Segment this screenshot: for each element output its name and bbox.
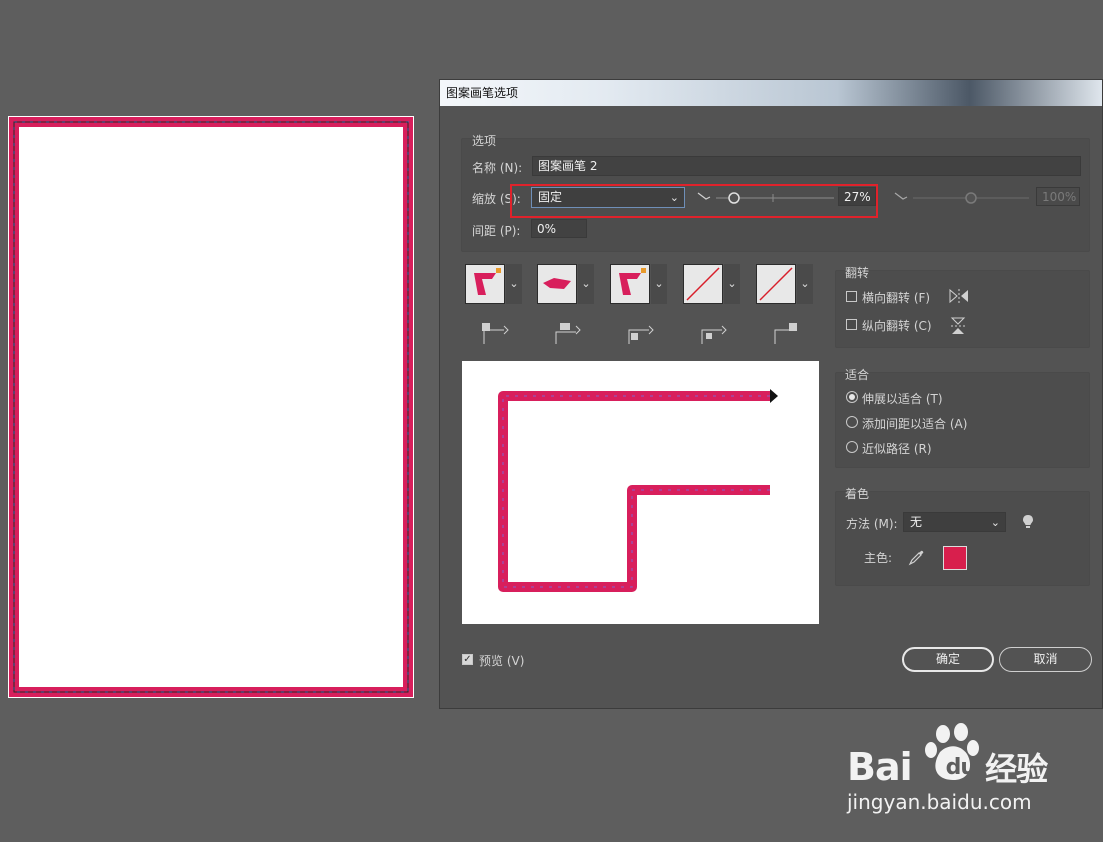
baidu-brand-tail: du xyxy=(945,755,976,780)
flip-horizontal-icon xyxy=(949,288,968,304)
approximate-path-label: 近似路径 (R) xyxy=(862,442,932,456)
colorization-group xyxy=(835,491,1090,586)
artboard xyxy=(8,116,414,698)
none-swatch-icon xyxy=(756,264,796,304)
colorization-group-title: 着色 xyxy=(845,487,870,501)
start-tile[interactable]: ⌄ xyxy=(683,264,741,304)
side-tile-icon xyxy=(482,323,509,344)
highlight-annotation xyxy=(510,184,878,218)
add-space-to-fit-radio[interactable] xyxy=(846,416,858,428)
scale-max-value: 100% xyxy=(1036,187,1080,206)
outer-corner-tile[interactable]: ⌄ xyxy=(537,264,595,304)
brush-preview xyxy=(462,361,819,624)
name-label: 名称 (N): xyxy=(472,161,523,175)
inner-corner-tile[interactable]: ⌄ xyxy=(610,264,668,304)
inner-corner-tile-icon xyxy=(628,325,654,344)
dialog-title: 图案画笔选项 xyxy=(440,80,1102,106)
method-value: 无 xyxy=(910,515,923,529)
end-tile[interactable]: ⌄ xyxy=(756,264,814,304)
scale-max-slider xyxy=(894,192,1029,204)
chevron-down-icon: ⌄ xyxy=(506,264,522,304)
pattern-brush-options-dialog: 图案画笔选项 选项 名称 (N): 图案画笔 2 缩放 (S): 固定 ⌄ 27… xyxy=(439,79,1103,709)
baidu-brand-text: Bai xyxy=(847,745,913,789)
method-label: 方法 (M): xyxy=(846,517,898,531)
spacing-label: 间距 (P): xyxy=(472,224,521,238)
spacing-input[interactable]: 0% xyxy=(531,219,587,238)
preview-label: 预览 (V) xyxy=(479,654,525,668)
chevron-down-icon: ⌄ xyxy=(724,264,740,304)
flip-along-label: 横向翻转 (F) xyxy=(862,291,931,305)
end-tile-icon xyxy=(774,323,797,344)
tips-lightbulb-icon[interactable] xyxy=(1022,514,1034,530)
chevron-down-icon: ⌄ xyxy=(797,264,813,304)
method-dropdown[interactable]: 无 ⌄ xyxy=(903,512,1006,532)
chevron-down-icon: ⌄ xyxy=(578,264,594,304)
none-swatch-icon xyxy=(683,264,723,304)
pattern-corner-swatch-icon xyxy=(610,264,650,304)
options-group-title: 选项 xyxy=(472,134,497,148)
outer-corner-tile-icon xyxy=(555,323,581,344)
chevron-down-icon: ⌄ xyxy=(990,516,1000,529)
pattern-side-swatch-icon xyxy=(537,264,577,304)
stretch-to-fit-label: 伸展以适合 (T) xyxy=(862,392,943,406)
key-color-label: 主色: xyxy=(864,551,893,565)
pattern-corner-swatch-icon xyxy=(465,264,505,304)
approximate-path-radio[interactable] xyxy=(846,441,858,453)
eyedropper-icon[interactable] xyxy=(908,548,926,566)
flip-group-title: 翻转 xyxy=(845,266,870,280)
add-space-to-fit-label: 添加间距以适合 (A) xyxy=(862,417,968,431)
chevron-down-icon: ⌄ xyxy=(651,264,667,304)
flip-across-checkbox[interactable] xyxy=(846,319,857,330)
side-tile[interactable]: ⌄ xyxy=(465,264,523,304)
baidu-brand-cn: 经验 xyxy=(985,750,1048,788)
ok-button[interactable]: 确定 xyxy=(902,647,994,672)
baidu-url: jingyan.baidu.com xyxy=(847,790,1032,814)
stretch-to-fit-radio[interactable] xyxy=(846,391,858,403)
flip-group xyxy=(835,270,1090,348)
flip-along-checkbox[interactable] xyxy=(846,291,857,302)
flip-across-label: 纵向翻转 (C) xyxy=(862,319,932,333)
preview-path xyxy=(498,389,778,592)
fit-group-title: 适合 xyxy=(845,368,870,382)
preview-checkbox[interactable]: ✓ xyxy=(462,654,473,665)
flip-vertical-icon xyxy=(950,317,966,334)
key-color-swatch[interactable] xyxy=(943,546,967,570)
artboard-canvas xyxy=(8,116,414,698)
start-tile-icon xyxy=(701,325,727,344)
name-input[interactable]: 图案画笔 2 xyxy=(532,156,1081,176)
cancel-button[interactable]: 取消 xyxy=(999,647,1092,672)
baidu-jingyan-watermark: Bai du 经验 jingyan.baidu.com xyxy=(845,722,1048,825)
